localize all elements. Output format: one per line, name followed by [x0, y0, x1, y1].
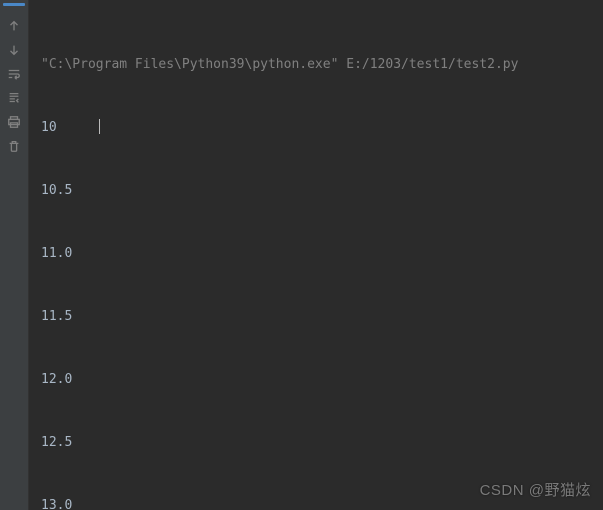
- scroll-end-icon[interactable]: [6, 90, 22, 106]
- output-line: 10.5: [41, 180, 591, 201]
- output-line: 11.0: [41, 243, 591, 264]
- main-container: "C:\Program Files\Python39\python.exe" E…: [0, 0, 603, 510]
- output-line: 12.5: [41, 432, 591, 453]
- arrow-down-icon[interactable]: [6, 42, 22, 58]
- output-line: 11.5: [41, 306, 591, 327]
- text-caret: [99, 119, 100, 134]
- console-output[interactable]: "C:\Program Files\Python39\python.exe" E…: [29, 0, 603, 510]
- command-line: "C:\Program Files\Python39\python.exe" E…: [41, 54, 591, 75]
- tab-indicator: [3, 3, 25, 6]
- console-toolbar: [0, 0, 29, 510]
- print-icon[interactable]: [6, 114, 22, 130]
- output-line: 10: [41, 117, 591, 138]
- output-line: 12.0: [41, 369, 591, 390]
- arrow-up-icon[interactable]: [6, 18, 22, 34]
- soft-wrap-icon[interactable]: [6, 66, 22, 82]
- clear-icon[interactable]: [6, 138, 22, 154]
- watermark: CSDN @野猫炫: [480, 479, 591, 500]
